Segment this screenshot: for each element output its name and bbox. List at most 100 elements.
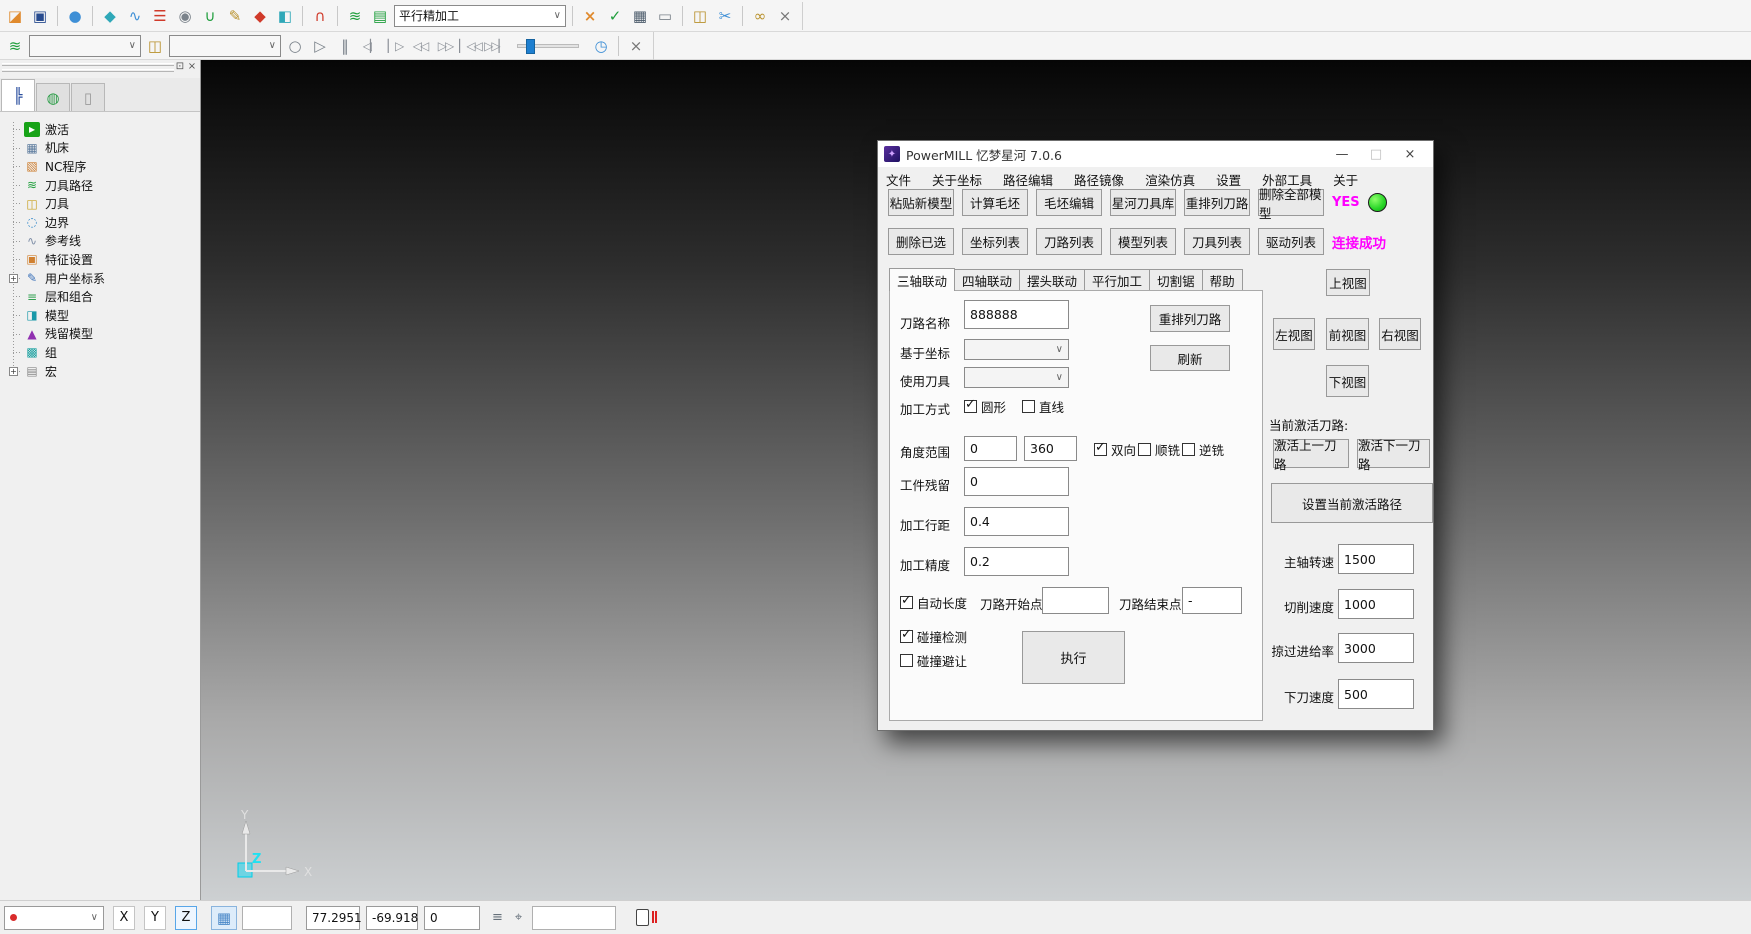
set-active-path-button[interactable]: 设置当前激活路径 xyxy=(1271,483,1433,523)
dialog-titlebar[interactable]: ✦ PowerMILL 忆梦星河 7.0.6 — □ × xyxy=(878,141,1433,167)
feature-points-icon[interactable]: ◆ xyxy=(249,5,271,27)
top-view-button[interactable]: 上视图 xyxy=(1326,269,1370,296)
ball-tool-icon[interactable]: ◉ xyxy=(174,5,196,27)
tree-item-workplanes[interactable]: +✎用户坐标系 xyxy=(0,269,200,288)
dock-grip[interactable] xyxy=(2,69,174,72)
front-view-button[interactable]: 前视图 xyxy=(1326,318,1369,350)
coord-base-combo[interactable]: ∨ xyxy=(964,339,1069,360)
rewind-icon[interactable]: ◁◁ xyxy=(409,35,431,57)
create-block-icon[interactable]: ◆ xyxy=(99,5,121,27)
calculator-icon[interactable]: ▦ xyxy=(629,5,651,27)
menu-render-sim[interactable]: 渲染仿真 xyxy=(1145,170,1195,189)
dir-climb-checkbox[interactable]: 顺铣 xyxy=(1138,440,1180,459)
rearrange-toolpaths-button[interactable]: 重排列刀路 xyxy=(1184,189,1250,216)
dir-both-checkbox[interactable]: 双向 xyxy=(1094,440,1136,459)
sim-tool-combo[interactable]: ∨ xyxy=(169,35,281,57)
menu-settings[interactable]: 设置 xyxy=(1216,170,1241,189)
start-point-input[interactable] xyxy=(1042,587,1109,614)
menu-file[interactable]: 文件 xyxy=(886,170,911,189)
left-view-button[interactable]: 左视图 xyxy=(1273,318,1315,350)
clipboard-icon[interactable] xyxy=(636,909,649,926)
explorer-tree-tab[interactable]: ╠ xyxy=(1,79,35,111)
tree-item-machine-tools[interactable]: ▦机床 xyxy=(0,139,200,158)
tool-pair-icon[interactable]: ◫ xyxy=(689,5,711,27)
axis-x-button[interactable]: X xyxy=(113,906,135,930)
clock-icon[interactable]: ◷ xyxy=(590,35,612,57)
toolpath-name-input[interactable]: 888888 xyxy=(964,300,1069,329)
tree-item-groups[interactable]: ▩组 xyxy=(0,343,200,362)
save-icon[interactable]: ▣ xyxy=(29,5,51,27)
panel-close-icon[interactable]: × xyxy=(186,61,198,73)
coord-list-button[interactable]: 坐标列表 xyxy=(962,228,1028,255)
edit-block-button[interactable]: 毛坯编辑 xyxy=(1036,189,1102,216)
fast-forward-icon[interactable]: ▷▷ xyxy=(434,35,456,57)
tree-item-tools[interactable]: ◫刀具 xyxy=(0,194,200,213)
simulate-arc-icon[interactable]: ∩ xyxy=(309,5,331,27)
dir-conventional-checkbox[interactable]: 逆铣 xyxy=(1182,440,1224,459)
tree-item-activate[interactable]: ▸激活 xyxy=(0,120,200,139)
collision-avoid-checkbox[interactable]: 碰撞避让 xyxy=(900,651,967,670)
tab-tilt-head[interactable]: 摆头联动 xyxy=(1019,269,1085,291)
maximize-button[interactable]: □ xyxy=(1359,142,1393,166)
binoculars-icon[interactable]: ∞ xyxy=(749,5,771,27)
tree-item-stock-models[interactable]: ▲残留模型 xyxy=(0,325,200,344)
minimize-button[interactable]: — xyxy=(1325,142,1359,166)
tab-help[interactable]: 帮助 xyxy=(1202,269,1243,291)
slider-knob[interactable] xyxy=(526,39,535,54)
axis-y-button[interactable]: Y xyxy=(144,906,166,930)
use-tool-combo[interactable]: ∨ xyxy=(964,367,1069,388)
toolpath-list-button[interactable]: 刀路列表 xyxy=(1036,228,1102,255)
nc-program-icon[interactable]: ☰ xyxy=(149,5,171,27)
mode-circle-checkbox[interactable]: 圆形 xyxy=(964,397,1006,416)
explorer-globe-tab[interactable]: ◍ xyxy=(36,83,70,111)
tree-item-nc-programs[interactable]: ▧NC程序 xyxy=(0,157,200,176)
toolbar-close-icon[interactable]: × xyxy=(625,35,647,57)
cut-icon[interactable]: ✂ xyxy=(714,5,736,27)
grid-size-input[interactable] xyxy=(242,906,292,930)
snap-mode-combo[interactable]: ∨ xyxy=(4,906,104,930)
paste-new-model-button[interactable]: 粘贴新模型 xyxy=(888,189,954,216)
tab-3axis[interactable]: 三轴联动 xyxy=(889,268,955,291)
toolpath-coil-icon[interactable]: ≋ xyxy=(4,35,26,57)
activate-next-toolpath-button[interactable]: 激活下一刀路 xyxy=(1357,439,1430,468)
coordinate-z-value[interactable]: 0 xyxy=(424,906,480,930)
tree-item-macros[interactable]: +▤宏 xyxy=(0,362,200,381)
calc-block-button[interactable]: 计算毛坯 xyxy=(962,189,1028,216)
probe-icon[interactable]: ⌖ xyxy=(515,910,522,925)
auto-length-checkbox[interactable]: 自动长度 xyxy=(900,593,967,612)
strategy-combo[interactable]: 平行精加工 ∨ xyxy=(394,5,566,27)
panel-restore-icon[interactable]: ⊡ xyxy=(174,61,186,73)
tab-saw[interactable]: 切割锯 xyxy=(1149,269,1203,291)
step-back-icon[interactable]: ◁▏ xyxy=(359,35,381,57)
rearrange-button[interactable]: 重排列刀路 xyxy=(1150,305,1230,332)
tolerance-input[interactable]: 0.2 xyxy=(964,547,1069,576)
tree-item-models[interactable]: ◨模型 xyxy=(0,306,200,325)
close-button[interactable]: × xyxy=(1393,142,1427,166)
axis-z-button[interactable]: Z xyxy=(175,906,197,930)
tools-icon[interactable]: ◫ xyxy=(144,35,166,57)
tool-library-button[interactable]: 星河刀具库 xyxy=(1110,189,1176,216)
delete-selected-button[interactable]: 删除已选 xyxy=(888,228,954,255)
refresh-button[interactable]: 刷新 xyxy=(1150,345,1230,371)
model-list-button[interactable]: 模型列表 xyxy=(1110,228,1176,255)
sim-toolpath-combo[interactable]: ∨ xyxy=(29,35,141,57)
tab-parallel[interactable]: 平行加工 xyxy=(1084,269,1150,291)
toolpath-moves-icon[interactable]: ∿ xyxy=(124,5,146,27)
pattern-pencil-icon[interactable]: ✎ xyxy=(224,5,246,27)
delete-all-models-button[interactable]: 删除全部模型 xyxy=(1258,189,1324,216)
skim-feed-input[interactable]: 3000 xyxy=(1338,633,1414,663)
plunge-speed-input[interactable]: 500 xyxy=(1338,679,1414,709)
stock-remain-input[interactable]: 0 xyxy=(964,467,1069,496)
coordinate-y-value[interactable]: -69.918 xyxy=(366,906,418,930)
menu-path-mirror[interactable]: 路径镜像 xyxy=(1074,170,1124,189)
tree-item-patterns[interactable]: ∿参考线 xyxy=(0,232,200,251)
verify-icon[interactable]: ✓ xyxy=(604,5,626,27)
go-end-icon[interactable]: ▷▷▏ xyxy=(484,35,506,57)
shaded-sphere-icon[interactable]: ● xyxy=(64,5,86,27)
execute-button[interactable]: 执行 xyxy=(1022,631,1125,684)
tree-item-levels-sets[interactable]: ≡层和组合 xyxy=(0,287,200,306)
drive-list-button[interactable]: 驱动列表 xyxy=(1258,228,1324,255)
collision-check-icon[interactable]: × xyxy=(579,5,601,27)
strategy-w-icon[interactable]: ∪ xyxy=(199,5,221,27)
expand-icon[interactable]: + xyxy=(9,274,18,283)
